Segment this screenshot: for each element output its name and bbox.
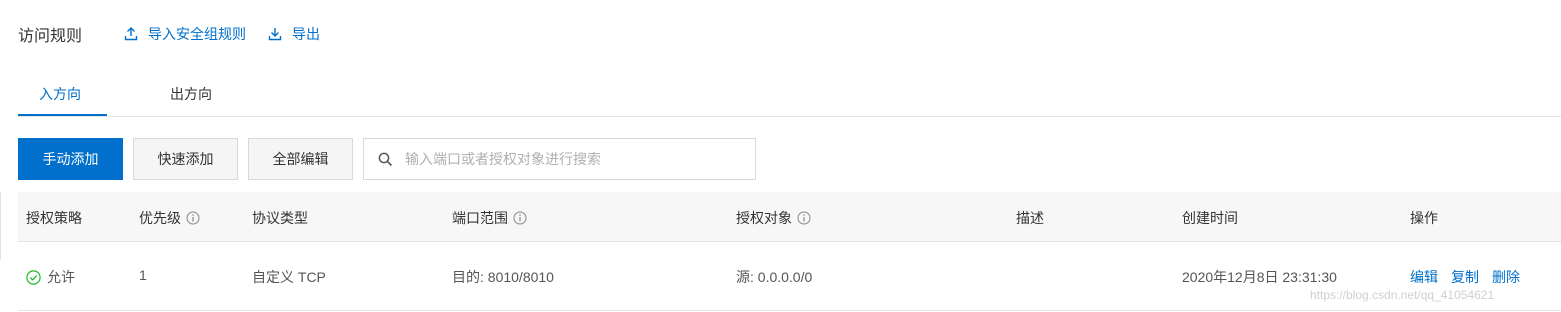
search-input[interactable] (403, 150, 727, 168)
copy-link[interactable]: 复制 (1451, 267, 1479, 287)
edit-all-button[interactable]: 全部编辑 (248, 138, 353, 180)
column-header-priority: 优先级 (139, 208, 200, 228)
column-header-description: 描述 (1016, 208, 1044, 228)
column-header-label: 协议类型 (252, 210, 308, 226)
port-range-cell: 目的: 8010/8010 (452, 269, 554, 285)
tab-outbound[interactable]: 出方向 (170, 84, 212, 104)
divider (0, 192, 1, 260)
header: 访问规则 导入安全组规则 导出 (18, 22, 342, 46)
auth-object-cell: 源: 0.0.0.0/0 (736, 269, 813, 285)
download-icon (268, 28, 282, 41)
check-circle-icon (26, 269, 41, 285)
upload-icon (124, 27, 138, 41)
tab-active-indicator (18, 114, 107, 116)
column-header-created: 创建时间 (1182, 208, 1238, 228)
actions-cell: 编辑 复制 删除 (1410, 267, 1533, 287)
delete-link[interactable]: 删除 (1492, 267, 1520, 287)
manual-add-button[interactable]: 手动添加 (18, 138, 123, 180)
column-header-label: 优先级 (139, 210, 181, 226)
column-header-protocol: 协议类型 (252, 208, 308, 228)
column-header-label: 授权策略 (26, 210, 82, 226)
info-icon[interactable] (797, 211, 811, 225)
search-icon (378, 152, 393, 166)
column-header-actions: 操作 (1410, 208, 1438, 228)
quick-add-button[interactable]: 快速添加 (133, 138, 238, 180)
column-header-label: 端口范围 (452, 210, 508, 226)
search-box (363, 138, 756, 180)
column-header-port-range: 端口范围 (452, 208, 527, 228)
import-rules-link[interactable]: 导入安全组规则 (124, 24, 246, 44)
info-icon[interactable] (186, 211, 200, 225)
watermark: https://blog.csdn.net/qq_41054621 (1310, 288, 1495, 302)
import-rules-label: 导入安全组规则 (148, 26, 247, 42)
created-time-cell: 2020年12月8日 23:31:30 (1182, 269, 1337, 285)
info-icon[interactable] (513, 211, 527, 225)
export-link[interactable]: 导出 (268, 24, 320, 44)
policy-cell: 允许 (26, 267, 75, 287)
column-header-auth-object: 授权对象 (736, 208, 811, 228)
table-header: 授权策略 优先级 协议类型 端口范围 授权对象 描述 创建时间 操作 (18, 192, 1561, 242)
toolbar: 手动添加 快速添加 全部编辑 (18, 138, 756, 180)
export-label: 导出 (292, 26, 321, 42)
column-header-label: 描述 (1016, 210, 1044, 226)
column-header-label: 授权对象 (736, 210, 792, 226)
edit-link[interactable]: 编辑 (1410, 267, 1438, 287)
protocol-cell: 自定义 TCP (252, 269, 326, 285)
column-header-policy: 授权策略 (26, 208, 82, 228)
tab-inbound[interactable]: 入方向 (39, 84, 81, 104)
page-title: 访问规则 (18, 28, 83, 45)
column-header-label: 创建时间 (1182, 210, 1238, 226)
policy-label: 允许 (47, 269, 75, 285)
direction-tabs: 入方向 出方向 (18, 70, 1561, 117)
column-header-label: 操作 (1410, 210, 1438, 226)
priority-cell: 1 (139, 267, 147, 283)
